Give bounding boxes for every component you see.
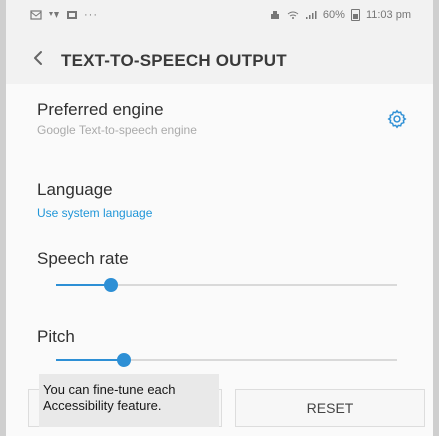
pitch-row: Pitch (6, 321, 433, 382)
language-title: Language (37, 180, 113, 199)
status-bar-left: ··· (30, 9, 98, 21)
speech-rate-slider-fill (56, 284, 111, 286)
speech-rate-row: Speech rate (6, 241, 433, 302)
preferred-engine-subtitle: Google Text-to-speech engine (37, 123, 197, 137)
pitch-title: Pitch (37, 327, 75, 346)
language-row[interactable]: Language Use system language (6, 170, 433, 228)
message-icon (30, 10, 42, 20)
language-subtitle: Use system language (37, 206, 153, 220)
page-title: TEXT-TO-SPEECH OUTPUT (61, 51, 287, 70)
status-bar-right: 60% 11:03 pm (269, 9, 411, 21)
speech-rate-title: Speech rate (37, 249, 129, 268)
pitch-slider-fill (56, 359, 125, 361)
engine-settings-button[interactable] (386, 108, 408, 130)
tts-settings-screen: ··· 60% 11:03 pm TEXT-TO-SPEECH OUTPUT P… (6, 0, 433, 436)
status-more-indicator: ··· (84, 9, 98, 21)
reset-button[interactable]: RESET (235, 389, 425, 427)
cell-signal-icon (305, 10, 317, 20)
chevron-left-icon (30, 49, 48, 72)
signal-icon (48, 10, 60, 20)
top-app-bar: TEXT-TO-SPEECH OUTPUT (6, 36, 433, 84)
speech-rate-slider-thumb[interactable] (103, 278, 118, 292)
preferred-engine-title: Preferred engine (37, 100, 164, 119)
clock-time: 11:03 pm (365, 9, 411, 21)
pitch-slider[interactable] (56, 351, 397, 369)
speech-rate-slider[interactable] (56, 276, 397, 294)
pitch-slider-thumb[interactable] (117, 353, 132, 367)
back-button[interactable] (24, 45, 54, 75)
wifi-icon (287, 10, 299, 20)
status-bar: ··· 60% 11:03 pm (6, 0, 433, 32)
gear-icon (386, 109, 408, 134)
notification-icon (269, 10, 281, 20)
preferred-engine-row[interactable]: Preferred engine Google Text-to-speech e… (6, 84, 433, 154)
battery-percent: 60% (322, 9, 345, 21)
help-tooltip: You can fine-tune each Accessibility fea… (39, 374, 219, 427)
image-icon (66, 10, 78, 20)
battery-icon (350, 9, 360, 21)
